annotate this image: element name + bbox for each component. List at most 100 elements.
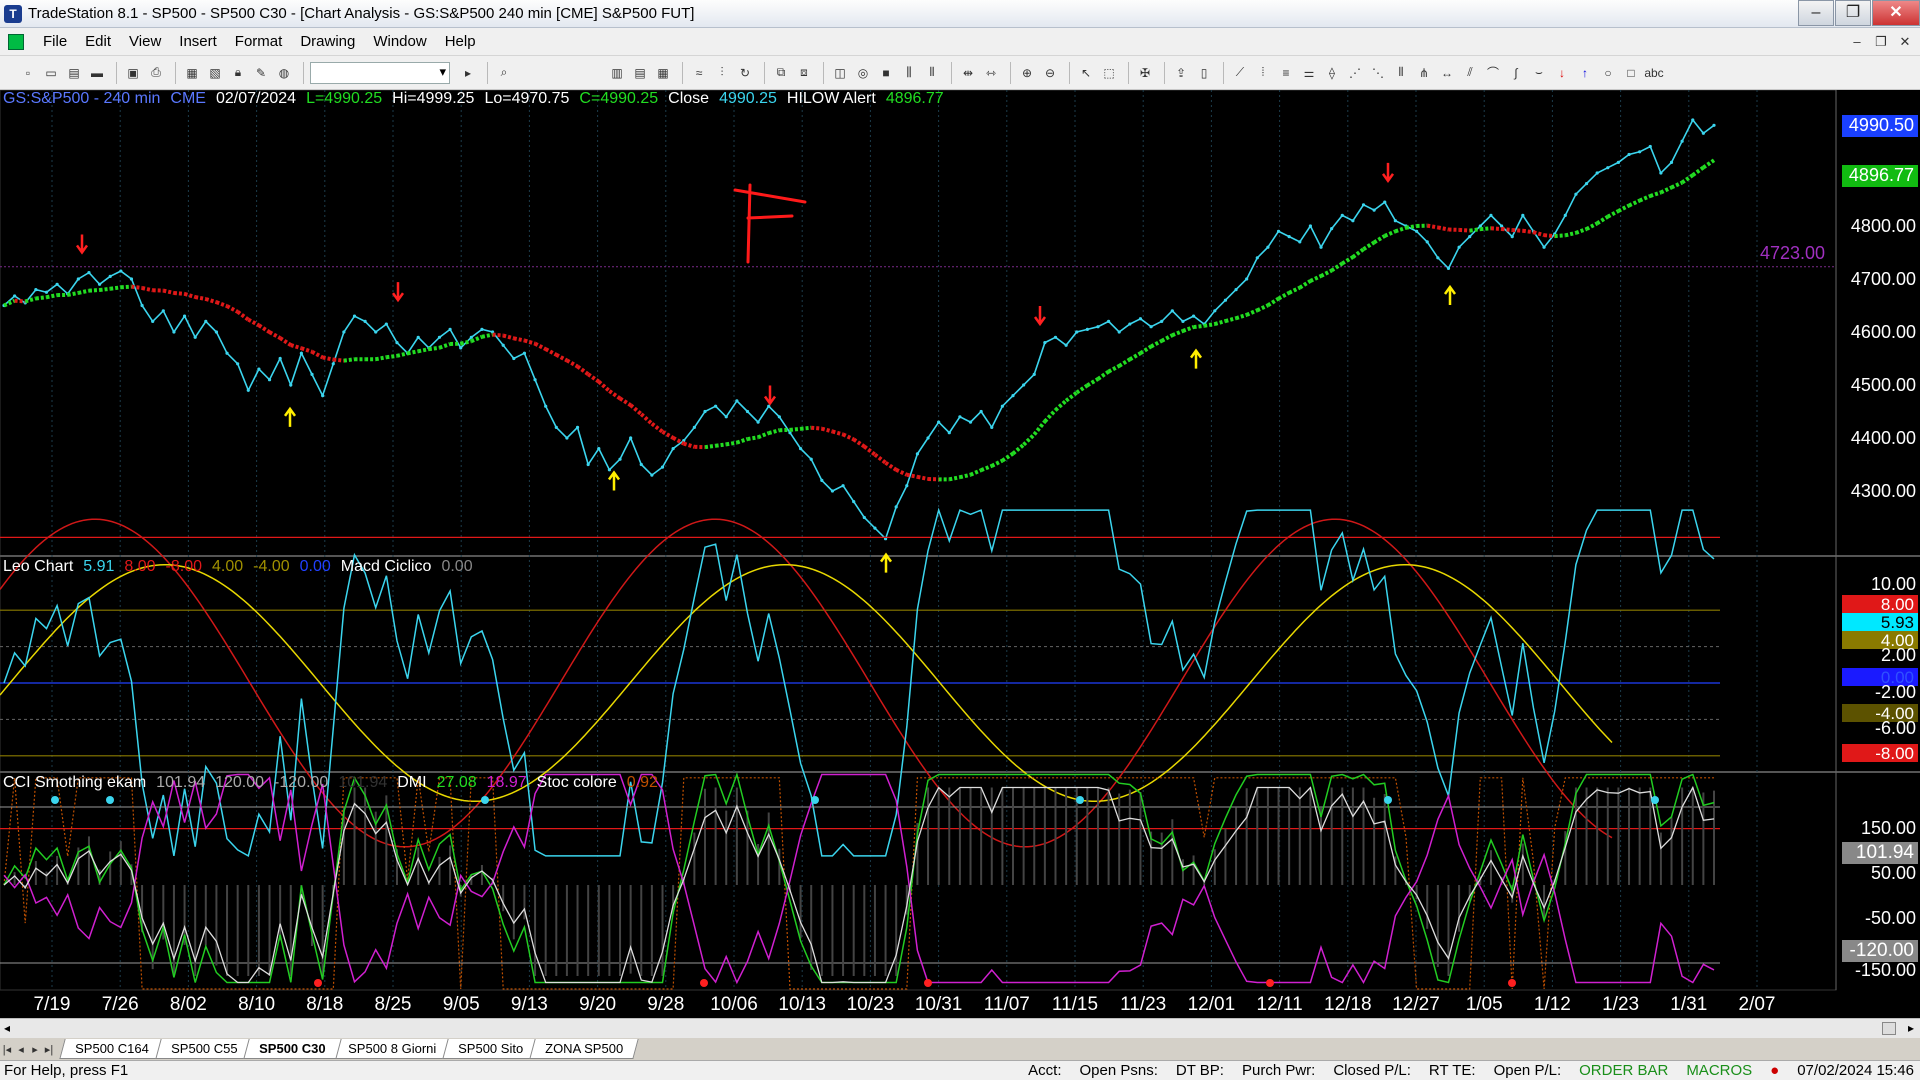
chart-bar-icon[interactable]: ⫶ [712,63,732,83]
chart-canvas[interactable] [0,90,1920,1018]
vertical-lines-icon[interactable]: ⦙ [1253,63,1273,83]
date-tick: 1/12 [1533,994,1571,1015]
scanner-icon[interactable]: ◫ [830,63,850,83]
print-icon[interactable]: ⎙ [146,63,166,83]
price-point [958,415,962,419]
close-button[interactable]: ✕ [1872,0,1920,26]
trendline-icon[interactable]: ⟋ [1230,63,1250,83]
tab-sp500-sito[interactable]: SP500 Sito [442,1039,539,1059]
tab-last-icon[interactable]: ▸| [42,1043,56,1056]
curve-icon[interactable]: ⌣ [1529,63,1549,83]
text-icon[interactable]: abc [1644,63,1664,83]
moving-average [906,472,918,479]
tab-first-icon[interactable]: |◂ [0,1043,14,1056]
zoom-out-icon[interactable]: ⊖ [1040,63,1060,83]
price-point [1287,235,1291,239]
globe-icon[interactable]: ◍ [274,63,294,83]
menu-insert[interactable]: Insert [170,33,226,50]
data-tip-icon[interactable]: ⬚ [1099,63,1119,83]
export-icon[interactable]: ⇪ [1171,63,1191,83]
tab-sp500-c164[interactable]: SP500 C164 [59,1039,165,1059]
bars-icon[interactable]: ⦀ [922,63,942,83]
speed-lines-icon[interactable]: ⋱ [1368,63,1388,83]
scroll-right-icon[interactable]: ▸ [1908,1021,1914,1035]
horizontal-lines-icon[interactable]: ≡ [1276,63,1296,83]
chart-line-icon[interactable]: ≈ [689,63,709,83]
symbol-combo[interactable] [310,61,450,84]
price-point [809,457,813,461]
paste-icon[interactable]: ⧈ [794,63,814,83]
play-icon[interactable]: ▸ [458,63,478,83]
andrews-icon[interactable]: ⋔ [1414,63,1434,83]
tab-zona-sp500[interactable]: ZONA SP500 [529,1039,639,1059]
mdi-restore-button[interactable]: ❐ [1870,32,1892,52]
arrow-lines-icon[interactable]: ↔ [1437,63,1457,83]
ellipse-icon[interactable]: ○ [1598,63,1618,83]
tab-sp500-c55[interactable]: SP500 C55 [155,1039,253,1059]
date-tick: 9/28 [647,994,685,1015]
tab-sp500-c30[interactable]: SP500 C30 [243,1039,342,1059]
menu-view[interactable]: View [120,33,170,50]
zoom-in-icon[interactable]: ⊕ [1017,63,1037,83]
fib-fan-icon[interactable]: ⟠ [1322,63,1342,83]
tools-icon[interactable]: ✎ [251,63,271,83]
refresh-icon[interactable]: ↻ [735,63,755,83]
pointer-icon[interactable]: ↖ [1076,63,1096,83]
folder-icon[interactable]: ▬ [87,63,107,83]
arc-icon[interactable]: ⌒ [1483,63,1503,83]
grid-icon[interactable]: ▥ [607,63,627,83]
tab-next-icon[interactable]: ▸ [28,1043,42,1056]
down-arrow-icon[interactable]: ↓ [1552,63,1572,83]
price-point [618,457,622,461]
moving-average [183,291,196,299]
sell-arrow [1033,306,1047,327]
expand-icon[interactable]: ⇹ [958,63,978,83]
rectangle-icon[interactable]: □ [1621,63,1641,83]
menu-edit[interactable]: Edit [76,33,120,50]
menu-format[interactable]: Format [226,33,292,50]
tab-prev-icon[interactable]: ◂ [14,1043,28,1056]
layout-icon[interactable]: ▦ [182,63,202,83]
scroll-thumb[interactable] [1882,1022,1896,1035]
parallel-icon[interactable]: ⫽ [1460,63,1480,83]
up-arrow-icon[interactable]: ↑ [1575,63,1595,83]
mdi-close-button[interactable]: ✕ [1894,32,1916,52]
copy-icon[interactable]: ⧉ [771,63,791,83]
new-window-icon[interactable]: ▤ [64,63,84,83]
horizontal-scrollbar[interactable]: ◂ ▸ [0,1018,1920,1038]
menu-help[interactable]: Help [436,33,485,50]
channel-icon[interactable]: ⚌ [1299,63,1319,83]
mdi-minimize-button[interactable]: ‒ [1846,32,1868,52]
fib-time-icon[interactable]: ⦀ [1391,63,1411,83]
matrix-icon[interactable]: ■ [876,63,896,83]
minimize-button[interactable]: ‒ [1798,0,1834,26]
order-bar-button[interactable]: ORDER BAR [1579,1062,1668,1079]
menu-file[interactable]: File [34,33,76,50]
price-point [1213,309,1217,313]
list-icon[interactable]: ▤ [630,63,650,83]
price-point [204,319,208,323]
save-icon[interactable]: ▣ [123,63,143,83]
workspace-icon[interactable]: ▧ [205,63,225,83]
gann-icon[interactable]: ⋰ [1345,63,1365,83]
find-icon[interactable]: ⌕ [494,63,514,83]
moving-average [99,286,111,293]
dom-icon[interactable]: ⫼ [899,63,919,83]
menu-window[interactable]: Window [364,33,435,50]
menu-drawing[interactable]: Drawing [291,33,364,50]
scroll-left-icon[interactable]: ◂ [4,1021,10,1035]
chart-window-icon[interactable] [8,33,24,50]
maximize-button[interactable]: ❐ [1835,0,1871,26]
chart-area[interactable]: GS:S&P500 - 240 min CME 02/07/2024 L=499… [0,90,1920,1018]
freehand-icon[interactable]: ∫ [1506,63,1526,83]
new-icon[interactable]: ▫ [18,63,38,83]
compress-icon[interactable]: ⇿ [981,63,1001,83]
doc-icon[interactable]: ▯ [1194,63,1214,83]
lock-icon[interactable]: 🔒︎ [228,63,248,83]
macros-button[interactable]: MACROS [1686,1062,1752,1079]
radar-icon[interactable]: ◎ [853,63,873,83]
tab-sp500-8-giorni[interactable]: SP500 8 Giorni [332,1039,452,1059]
settings-icon[interactable]: ✠ [1135,63,1155,83]
table-icon[interactable]: ▦ [653,63,673,83]
open-icon[interactable]: ▭ [41,63,61,83]
